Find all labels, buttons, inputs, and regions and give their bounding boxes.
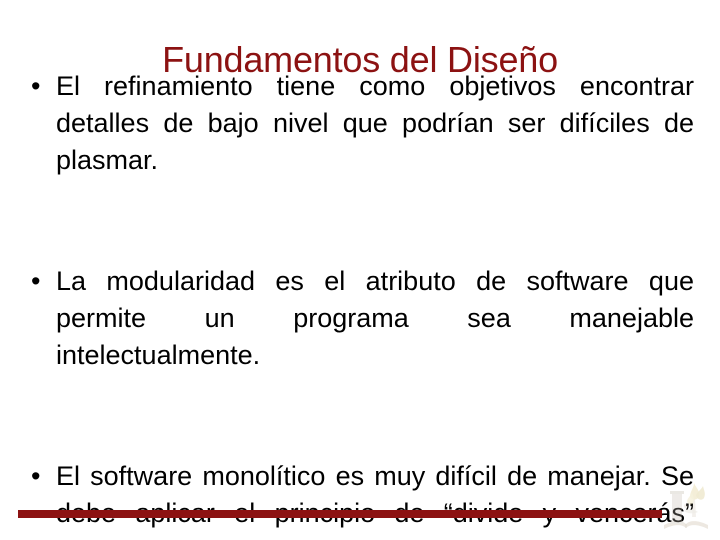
footer-divider-bar (18, 510, 662, 518)
list-item-text: El refinamiento tiene como objetivos enc… (56, 71, 694, 175)
institution-crest-watermark-icon (660, 481, 712, 537)
list-item: • La modularidad es el atributo de softw… (26, 263, 694, 411)
list-item: • El software monolítico es muy difícil … (26, 458, 694, 540)
bullet-point-icon: • (31, 461, 41, 491)
slide-canvas: Fundamentos del Diseño • El refinamiento… (0, 0, 720, 540)
list-item-text: La modularidad es el atributo de softwar… (56, 266, 694, 370)
bullet-point-icon: • (31, 71, 41, 101)
bullet-point-icon: • (31, 266, 41, 296)
list-item: • El refinamiento tiene como objetivos e… (26, 68, 694, 216)
bullet-list: • El refinamiento tiene como objetivos e… (26, 68, 694, 540)
list-item-text: El software monolítico es muy difícil de… (56, 461, 694, 528)
